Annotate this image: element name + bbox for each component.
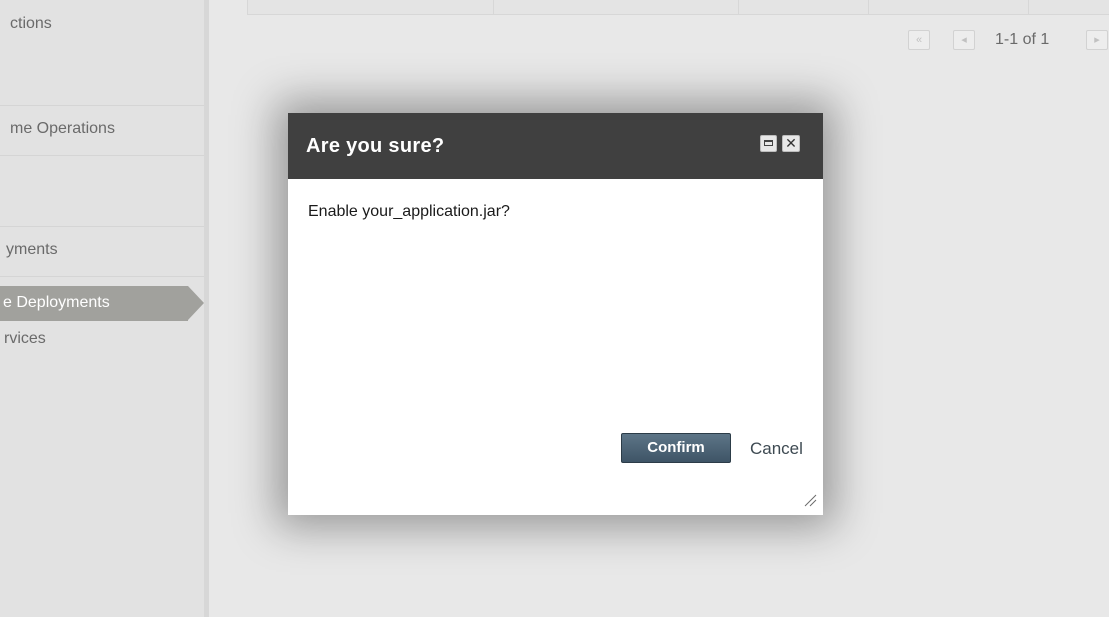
cancel-button[interactable]: Cancel [750,439,803,459]
dialog-message: Enable your_application.jar? [308,203,510,220]
dialog-title: Are you sure? [306,135,445,157]
window-maximize-icon[interactable] [760,135,777,152]
confirm-dialog: Are you sure? ✕ Enable your_application.… [288,113,823,515]
dialog-header[interactable]: Are you sure? ✕ [288,113,823,179]
confirm-button[interactable]: Confirm [621,433,731,463]
close-icon[interactable]: ✕ [782,135,800,152]
resize-grip-icon[interactable] [803,493,817,507]
